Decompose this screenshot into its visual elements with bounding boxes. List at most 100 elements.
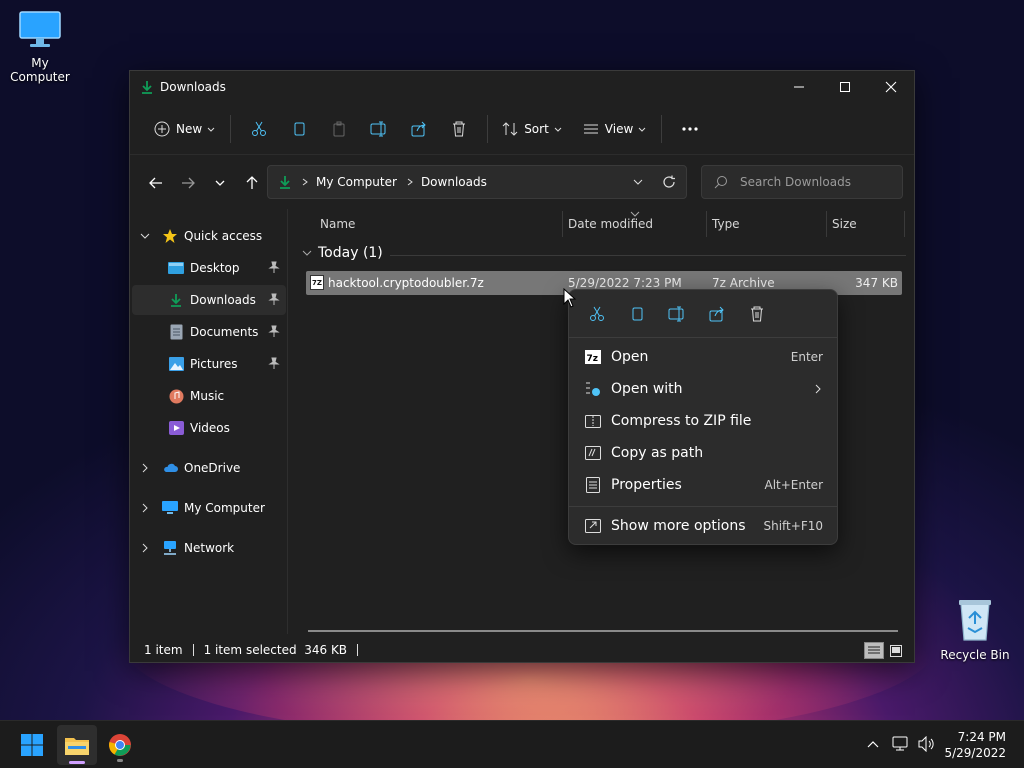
paste-button[interactable] [319, 113, 359, 145]
tiles-view-button[interactable] [886, 642, 906, 659]
scissors-icon [590, 306, 604, 321]
close-button[interactable] [868, 72, 914, 102]
copy-icon [294, 122, 305, 135]
network-icon[interactable] [892, 736, 910, 752]
sidebar-item-music[interactable]: Music [132, 381, 286, 411]
refresh-icon[interactable] [662, 175, 676, 189]
breadcrumb-downloads[interactable]: Downloads [421, 175, 487, 189]
recent-locations-button[interactable] [204, 167, 236, 199]
arrow-right-icon [182, 177, 195, 189]
group-header-today[interactable]: Today (1) [302, 245, 383, 261]
sort-button-label: Sort [524, 121, 549, 136]
menu-item-shortcut: Shift+F10 [763, 519, 823, 533]
sidebar-item-network[interactable]: Network [132, 533, 286, 563]
column-separator[interactable] [904, 211, 905, 237]
details-view-button[interactable] [864, 642, 884, 659]
context-rename-button[interactable] [657, 298, 697, 330]
column-separator[interactable] [562, 211, 563, 237]
copy-button[interactable] [279, 113, 319, 145]
sidebar-item-my-computer[interactable]: My Computer [132, 493, 286, 523]
sidebar-item-pictures[interactable]: Pictures [132, 349, 286, 379]
context-copy-button[interactable] [617, 298, 657, 330]
chevron-down-icon [554, 127, 562, 132]
column-header-date[interactable]: Date modified [568, 209, 653, 239]
chevron-right-icon [407, 178, 413, 186]
pictures-icon [168, 356, 184, 372]
rename-icon [370, 121, 386, 136]
taskbar-file-explorer[interactable] [57, 725, 97, 765]
horizontal-scrollbar[interactable] [308, 630, 898, 632]
running-app-indicator [117, 759, 123, 762]
view-button[interactable]: View [577, 113, 653, 145]
window-title: Downloads [160, 80, 226, 94]
more-options-button[interactable] [670, 113, 710, 145]
menu-item-show-more-options[interactable]: Show more options Shift+F10 [573, 511, 835, 541]
menu-item-properties[interactable]: Properties Alt+Enter [573, 470, 835, 500]
column-header-size[interactable]: Size [832, 209, 857, 239]
delete-button[interactable] [439, 113, 479, 145]
share-icon [411, 121, 426, 136]
rename-icon [668, 306, 684, 321]
sort-button[interactable]: Sort [496, 113, 569, 145]
column-separator[interactable] [706, 211, 707, 237]
context-menu-quick-actions [569, 290, 837, 338]
desktop-icon-label: My Computer [10, 56, 70, 84]
up-button[interactable] [236, 167, 268, 199]
chevron-up-icon[interactable] [866, 737, 880, 751]
context-cut-button[interactable] [577, 298, 617, 330]
start-button[interactable] [12, 725, 52, 765]
pin-icon [268, 357, 280, 369]
cut-button[interactable] [239, 113, 279, 145]
column-header-type[interactable]: Type [712, 209, 740, 239]
menu-item-compress-zip[interactable]: Compress to ZIP file [573, 406, 835, 436]
chrome-icon [109, 734, 131, 756]
clock[interactable]: 7:24 PM 5/29/2022 [944, 729, 1006, 761]
sidebar-item-onedrive[interactable]: OneDrive [132, 453, 286, 483]
sidebar-item-desktop[interactable]: Desktop [132, 253, 286, 283]
menu-item-copy-as-path[interactable]: Copy as path [573, 438, 835, 468]
desktop-icon-label: Recycle Bin [940, 648, 1010, 662]
menu-item-open-with[interactable]: Open with [573, 374, 835, 404]
address-bar[interactable]: My Computer Downloads [267, 165, 687, 199]
trash-icon [751, 306, 763, 321]
paste-icon [333, 121, 345, 136]
cloud-icon [162, 460, 178, 476]
plus-circle-icon [154, 121, 170, 136]
share-button[interactable] [399, 113, 439, 145]
menu-item-label: Copy as path [611, 445, 704, 461]
menu-item-label: Open with [611, 381, 683, 397]
sidebar-item-videos[interactable]: Videos [132, 413, 286, 443]
column-header-name[interactable]: Name [320, 209, 355, 239]
open-with-icon [583, 381, 603, 397]
search-box[interactable]: Search Downloads [701, 165, 903, 199]
context-share-button[interactable] [697, 298, 737, 330]
arrow-left-icon [149, 177, 162, 189]
rename-button[interactable] [359, 113, 399, 145]
context-delete-button[interactable] [737, 298, 777, 330]
chevron-down-icon[interactable] [632, 176, 644, 188]
clock-date: 5/29/2022 [944, 746, 1006, 760]
search-placeholder: Search Downloads [740, 175, 851, 189]
desktop-icon-my-computer[interactable]: My Computer [0, 10, 80, 84]
sidebar-item-documents[interactable]: Documents [132, 317, 286, 347]
title-bar[interactable]: Downloads [130, 71, 914, 103]
menu-item-open[interactable]: 7z Open Enter [573, 342, 835, 372]
new-button[interactable]: New [148, 113, 222, 145]
desktop-folder-icon [168, 260, 184, 276]
maximize-button[interactable] [822, 72, 868, 102]
minimize-button[interactable] [776, 72, 822, 102]
taskbar-chrome[interactable] [100, 725, 140, 765]
back-button[interactable] [140, 167, 172, 199]
desktop-icon-recycle-bin[interactable]: Recycle Bin [935, 598, 1015, 662]
forward-button[interactable] [172, 167, 204, 199]
chevron-down-icon [207, 127, 215, 132]
chevron-right-icon [142, 463, 148, 473]
sidebar-item-downloads[interactable]: Downloads [132, 285, 286, 315]
breadcrumb-my-computer[interactable]: My Computer [316, 175, 397, 189]
column-separator[interactable] [826, 211, 827, 237]
archive-7z-icon: 7Z [310, 275, 324, 293]
volume-icon[interactable] [917, 736, 937, 752]
sidebar-item-quick-access[interactable]: Quick access [132, 221, 286, 251]
download-icon [142, 81, 152, 94]
ellipsis-icon [682, 126, 698, 131]
